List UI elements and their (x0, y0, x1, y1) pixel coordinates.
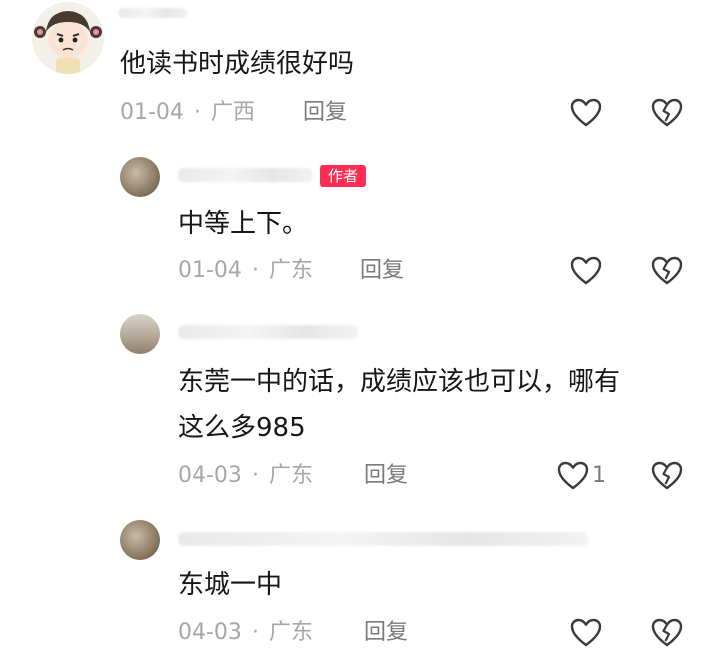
heart-icon[interactable] (569, 616, 603, 650)
comment-text: 东城一中 (178, 570, 283, 600)
comment-meta: 01-04 · 广西 (120, 98, 255, 128)
username-redacted[interactable] (118, 8, 188, 18)
comment-text: 他读书时成绩很好吗 (120, 49, 355, 79)
avatar[interactable] (120, 314, 160, 354)
comment-location: 广东 (268, 463, 313, 488)
comment-text-line-2: 这么多985 (178, 413, 306, 443)
avatar[interactable] (120, 520, 160, 560)
username-redacted[interactable] (178, 168, 313, 182)
comment-meta: 04-03 · 广东 (178, 618, 313, 648)
heart-icon[interactable] (569, 96, 603, 130)
comment-date: 01-04 (120, 100, 184, 125)
author-badge: 作者 (320, 165, 367, 187)
like-count: 1 (592, 463, 606, 488)
separator: · (193, 100, 201, 125)
comment-text-line-1: 东莞一中的话，成绩应该也可以，哪有 (178, 367, 621, 397)
comment-location: 广东 (268, 258, 313, 283)
comment-date: 04-03 (178, 620, 242, 645)
broken-heart-icon[interactable] (650, 254, 684, 288)
comment-meta: 04-03 · 广东 (178, 461, 313, 491)
heart-icon[interactable] (569, 254, 603, 288)
reply-button[interactable]: 回复 (364, 461, 408, 491)
avatar[interactable] (32, 2, 104, 74)
username-redacted[interactable] (178, 325, 358, 339)
avatar[interactable] (120, 157, 160, 197)
separator: · (251, 620, 259, 645)
separator: · (251, 463, 259, 488)
reply-button[interactable]: 回复 (303, 98, 347, 128)
comment-date: 04-03 (178, 463, 242, 488)
heart-icon[interactable] (556, 459, 590, 493)
reply-button[interactable]: 回复 (360, 256, 404, 286)
comment-meta: 01-04 · 广东 (178, 256, 313, 286)
comment-location: 广西 (210, 100, 255, 125)
separator: · (251, 258, 259, 283)
broken-heart-icon[interactable] (650, 96, 684, 130)
comment-location: 广东 (268, 620, 313, 645)
broken-heart-icon[interactable] (650, 616, 684, 650)
username-redacted[interactable] (178, 532, 588, 546)
comment-date: 01-04 (178, 258, 242, 283)
reply-button[interactable]: 回复 (364, 618, 408, 648)
comment-text: 中等上下。 (178, 209, 309, 239)
broken-heart-icon[interactable] (650, 459, 684, 493)
